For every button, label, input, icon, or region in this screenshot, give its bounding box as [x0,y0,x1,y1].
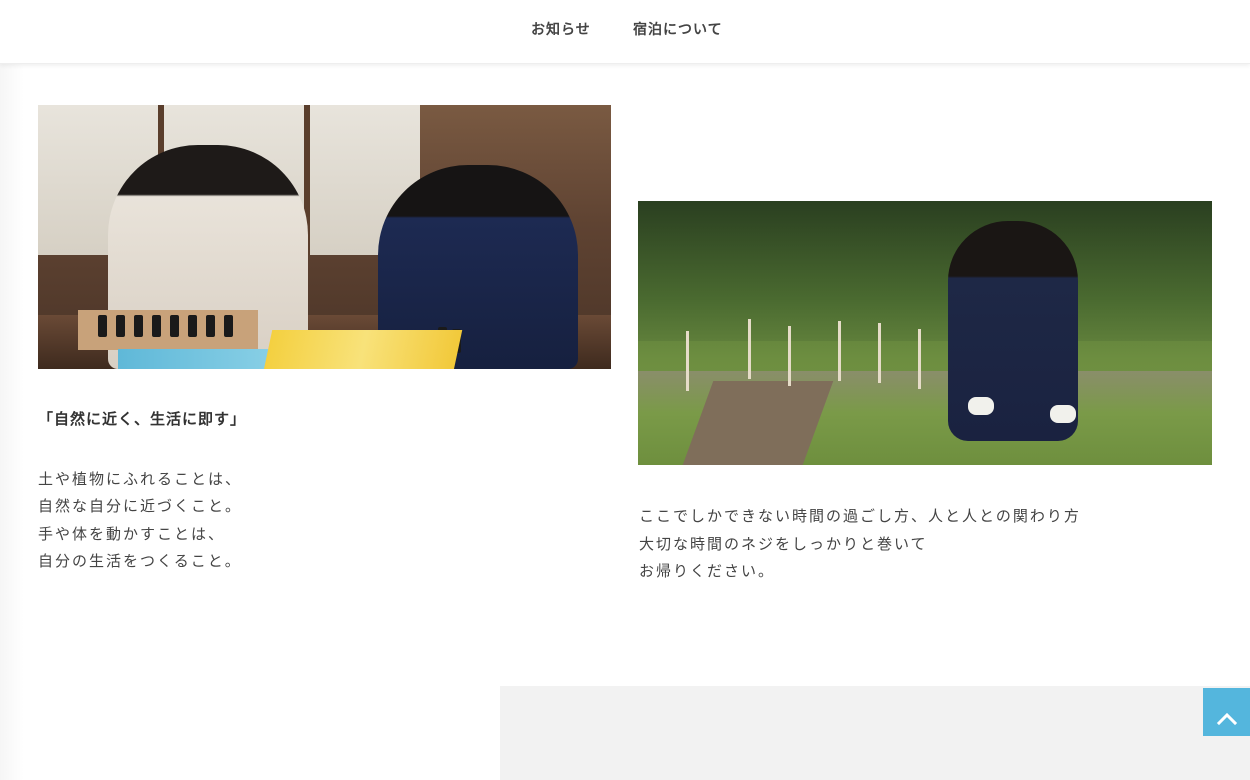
body-text-line: 自分の生活をつくること。 [38,552,242,570]
site-header: お知らせ 宿泊について [0,0,1250,64]
bamboo-forest [638,201,1212,341]
body-text-line: 手や体を動かすことは、 [38,525,226,543]
section-heading: 「自然に近く、生活に即す」 [38,410,247,428]
stake [686,331,689,391]
bottle [98,315,107,337]
bottle [206,315,215,337]
bottle [152,315,161,337]
glove [968,397,994,415]
bottle [134,315,143,337]
nav-item-news[interactable]: お知らせ [531,19,591,39]
body-text-line: 自然な自分に近づくこと。 [38,497,243,515]
stake [918,329,921,389]
bottle [224,315,233,337]
stake [748,319,751,379]
glove [1050,405,1076,423]
body-text-line: 大切な時間のネジをしっかりと巻いて [639,535,928,553]
left-edge-shadow [0,64,24,780]
chevron-up-icon [1216,712,1237,725]
body-text-line: お帰りください。 [639,562,776,580]
open-book [263,330,463,369]
bottle [116,315,125,337]
nav-item-stay[interactable]: 宿泊について [633,19,723,39]
stake [788,326,791,386]
body-text-line: 土や植物にふれることは、 [38,470,243,488]
back-to-top-button[interactable] [1203,688,1250,736]
body-text-line: ここでしかできない時間の過ごし方、人と人との関わり方 [639,507,1081,525]
garden-photo [638,201,1212,465]
stake [838,321,841,381]
bottle [188,315,197,337]
bottom-panel [500,686,1250,780]
workshop-photo [38,105,611,369]
bottle [170,315,179,337]
stake [878,323,881,383]
